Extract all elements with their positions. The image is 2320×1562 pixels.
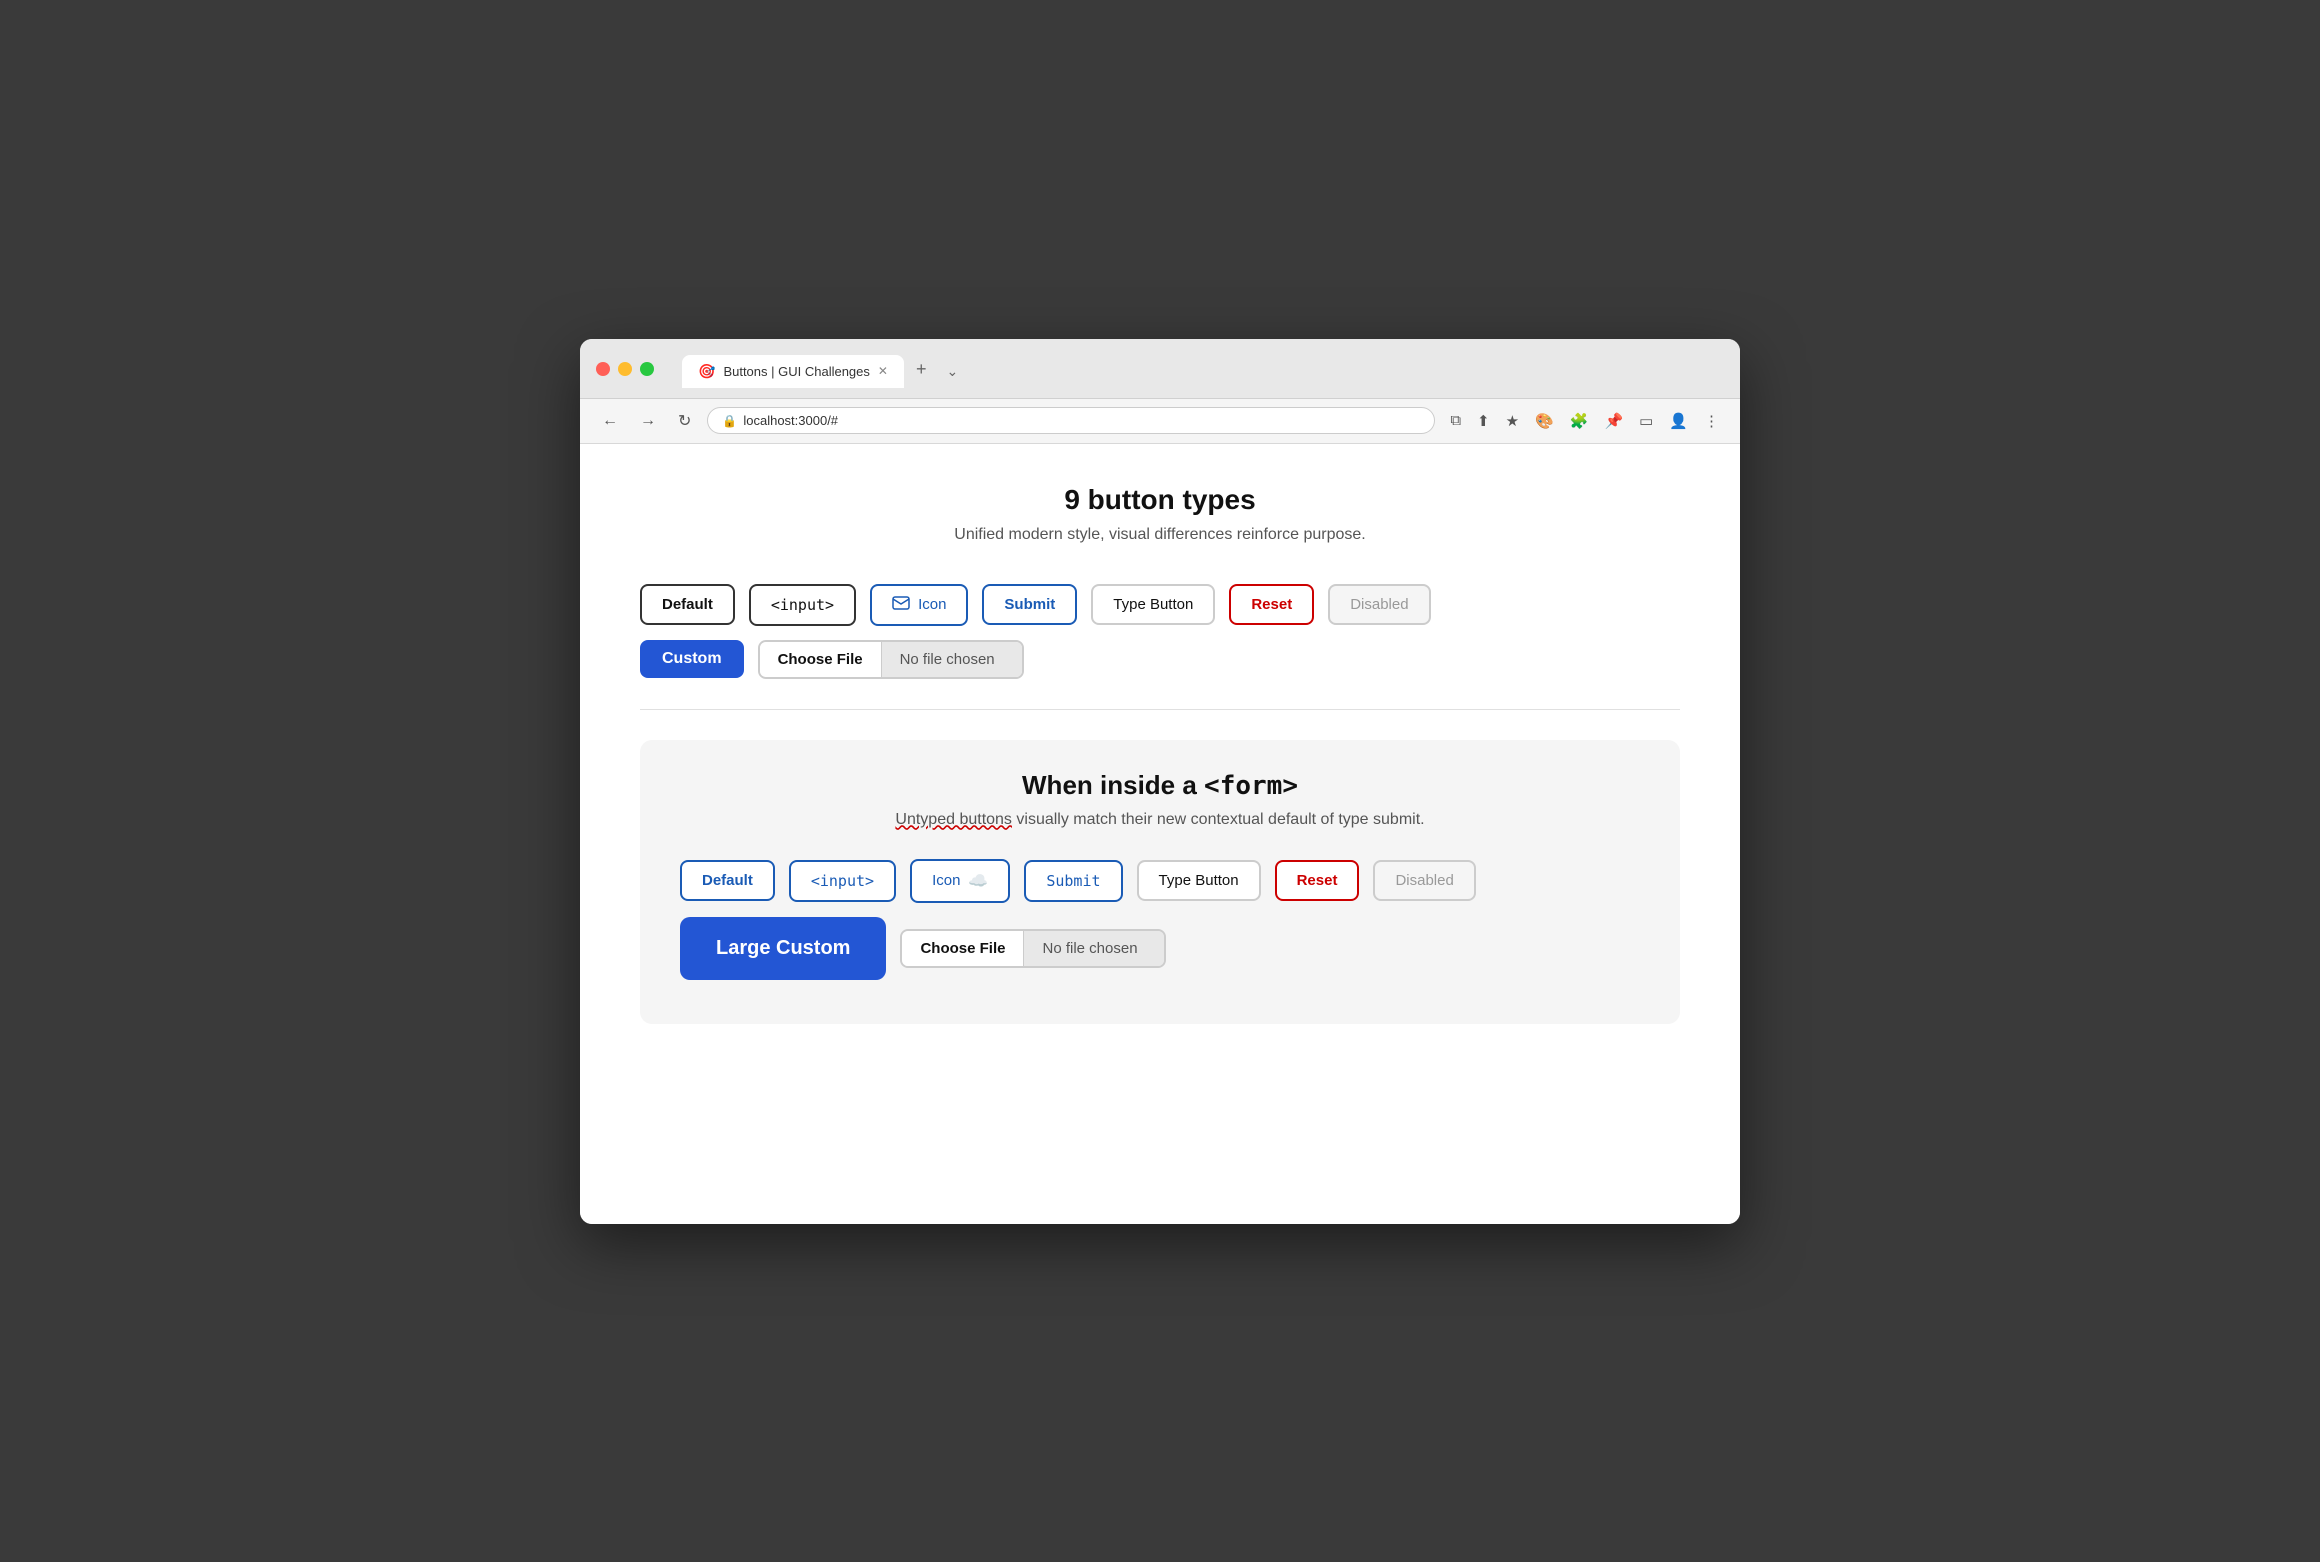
back-button[interactable]: ← (596, 408, 624, 434)
address-text: localhost:3000/# (743, 413, 838, 428)
main-title: 9 button types (640, 484, 1680, 516)
form-reset-button[interactable]: Reset (1275, 860, 1360, 901)
menu-icon[interactable]: ⋮ (1699, 408, 1724, 434)
traffic-light-green[interactable] (640, 362, 654, 376)
form-button-row-2: Large Custom Choose File No file chosen (680, 917, 1640, 980)
page-content: 9 button types Unified modern style, vis… (580, 444, 1740, 1224)
submit-button[interactable]: Submit (982, 584, 1077, 625)
cloud-icon: ☁️ (968, 871, 988, 891)
type-button[interactable]: Type Button (1091, 584, 1215, 625)
pin-icon[interactable]: 📌 (1599, 408, 1628, 434)
tab-dropdown-button[interactable]: ⌄ (938, 355, 966, 388)
traffic-light-yellow[interactable] (618, 362, 632, 376)
extension-color-icon[interactable]: 🎨 (1530, 408, 1559, 434)
browser-controls: 🎯 Buttons | GUI Challenges ✕ + ⌄ (596, 351, 1724, 388)
icon-button[interactable]: Icon (870, 584, 968, 626)
form-section-title: When inside a <form> (680, 770, 1640, 801)
tab-close-button[interactable]: ✕ (878, 364, 888, 378)
form-button-row-1: Default <input> Icon ☁️ Submit Type Butt… (680, 859, 1640, 903)
form-no-file-chosen-text: No file chosen (1024, 931, 1164, 966)
form-default-button[interactable]: Default (680, 860, 775, 901)
tab-favicon-icon: 🎯 (698, 363, 715, 380)
extensions-icon[interactable]: 🧩 (1565, 408, 1594, 434)
form-icon-button-label: Icon (932, 872, 960, 889)
form-choose-file-button[interactable]: Choose File (902, 931, 1024, 966)
browser-window: 🎯 Buttons | GUI Challenges ✕ + ⌄ ← → ↻ 🔒… (580, 339, 1740, 1224)
section-divider (640, 709, 1680, 710)
tab-title: Buttons | GUI Challenges (723, 364, 869, 379)
envelope-icon (892, 596, 910, 614)
form-title-text: When inside a (1022, 770, 1204, 800)
form-submit-button[interactable]: Submit (1024, 860, 1122, 902)
form-file-input-wrapper[interactable]: Choose File No file chosen (900, 929, 1166, 968)
bookmark-icon[interactable]: ★ (1501, 408, 1524, 434)
form-input-button[interactable]: <input> (789, 860, 896, 902)
form-title-code: <form> (1204, 771, 1298, 801)
lock-icon: 🔒 (722, 414, 737, 428)
untyped-underlined: Untyped buttons (895, 811, 1012, 828)
address-bar[interactable]: 🔒 localhost:3000/# (707, 407, 1435, 434)
refresh-button[interactable]: ↻ (672, 407, 697, 435)
external-link-icon[interactable]: ⧉ (1445, 408, 1466, 433)
form-icon-button[interactable]: Icon ☁️ (910, 859, 1010, 903)
disabled-button: Disabled (1328, 584, 1430, 625)
sidebar-icon[interactable]: ▭ (1634, 408, 1658, 434)
large-custom-button[interactable]: Large Custom (680, 917, 886, 980)
main-subtitle: Unified modern style, visual differences… (640, 526, 1680, 544)
form-disabled-button: Disabled (1373, 860, 1475, 901)
input-button[interactable]: <input> (749, 584, 856, 626)
custom-button[interactable]: Custom (640, 640, 744, 678)
button-row-1: Default <input> Icon Submit Type Button … (640, 584, 1680, 626)
form-section: When inside a <form> Untyped buttons vis… (640, 740, 1680, 1024)
button-row-2: Custom Choose File No file chosen (640, 640, 1680, 679)
browser-tab[interactable]: 🎯 Buttons | GUI Challenges ✕ (682, 355, 904, 388)
reset-button[interactable]: Reset (1229, 584, 1314, 625)
choose-file-button[interactable]: Choose File (760, 642, 882, 677)
form-subtitle-rest: visually match their new contextual defa… (1012, 811, 1425, 828)
toolbar-icons: ⧉ ⬆ ★ 🎨 🧩 📌 ▭ 👤 ⋮ (1445, 408, 1724, 434)
browser-addressbar: ← → ↻ 🔒 localhost:3000/# ⧉ ⬆ ★ 🎨 🧩 📌 ▭ 👤… (580, 399, 1740, 444)
no-file-chosen-text: No file chosen (882, 642, 1022, 677)
profile-icon[interactable]: 👤 (1664, 408, 1693, 434)
default-button[interactable]: Default (640, 584, 735, 625)
browser-titlebar: 🎯 Buttons | GUI Challenges ✕ + ⌄ (580, 339, 1740, 399)
tab-bar: 🎯 Buttons | GUI Challenges ✕ + ⌄ (682, 351, 966, 388)
forward-button[interactable]: → (634, 408, 662, 434)
file-input-wrapper[interactable]: Choose File No file chosen (758, 640, 1024, 679)
traffic-light-red[interactable] (596, 362, 610, 376)
new-tab-button[interactable]: + (904, 351, 939, 388)
icon-button-label: Icon (918, 596, 946, 613)
share-icon[interactable]: ⬆ (1472, 408, 1495, 434)
form-type-button[interactable]: Type Button (1137, 860, 1261, 901)
form-section-subtitle: Untyped buttons visually match their new… (680, 811, 1640, 829)
